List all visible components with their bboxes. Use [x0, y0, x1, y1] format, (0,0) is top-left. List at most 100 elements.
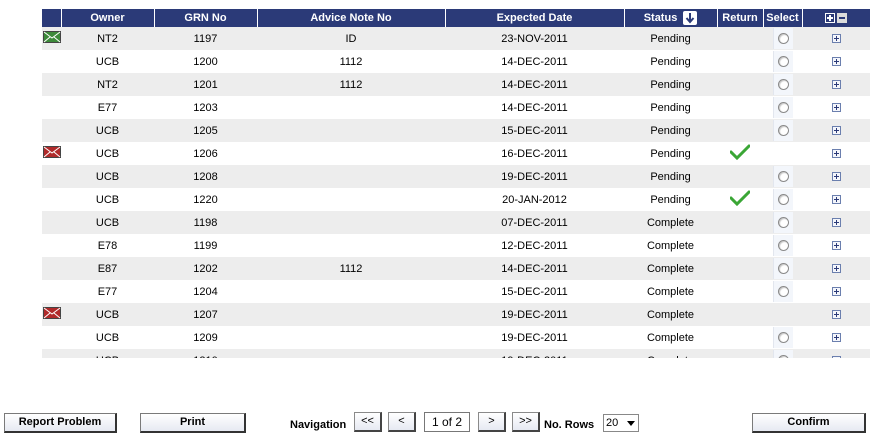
advice-note-cell	[257, 280, 445, 303]
expand-row-icon[interactable]	[831, 126, 841, 136]
select-radio-wrap	[772, 166, 793, 187]
collapse-all-icon[interactable]	[837, 13, 847, 24]
expand-row-icon[interactable]	[831, 172, 841, 182]
envelope-icon[interactable]	[42, 146, 61, 161]
select-radio[interactable]	[777, 239, 789, 251]
expected-date-cell: 15-DEC-2011	[445, 119, 624, 142]
expand-cell	[802, 119, 870, 142]
select-radio[interactable]	[777, 78, 789, 90]
table-row[interactable]: UCB 1198 07-DEC-2011 Complete	[42, 211, 870, 234]
select-radio[interactable]	[777, 216, 789, 228]
mail-cell	[42, 257, 61, 280]
table-row[interactable]: NT2 1201 1112 14-DEC-2011 Pending	[42, 73, 870, 96]
select-cell	[763, 188, 802, 211]
expand-row-icon[interactable]	[831, 57, 841, 67]
status-cell: Pending	[624, 142, 717, 165]
return-cell	[717, 257, 763, 280]
select-cell	[763, 73, 802, 96]
header-status[interactable]: Status	[624, 9, 718, 27]
select-radio-wrap	[772, 235, 793, 256]
select-radio-wrap	[772, 120, 793, 141]
expand-cell	[802, 234, 870, 257]
expand-row-icon[interactable]	[831, 356, 841, 358]
last-page-button[interactable]: >>	[512, 412, 540, 432]
envelope-icon[interactable]	[42, 31, 61, 46]
select-cell	[763, 50, 802, 73]
select-radio[interactable]	[777, 32, 789, 44]
header-return[interactable]: Return	[717, 9, 764, 27]
expand-row-icon[interactable]	[831, 195, 841, 205]
header-advice-note-no[interactable]: Advice Note No	[257, 9, 446, 27]
return-cell	[717, 211, 763, 234]
select-radio[interactable]	[777, 170, 789, 182]
select-radio-wrap	[772, 51, 793, 72]
first-page-button[interactable]: <<	[354, 412, 382, 432]
select-radio-wrap	[772, 281, 793, 302]
owner-cell: UCB	[61, 188, 154, 211]
table-row[interactable]: UCB 1209 19-DEC-2011 Complete	[42, 326, 870, 349]
next-page-button[interactable]: >	[478, 412, 506, 432]
select-radio[interactable]	[777, 101, 789, 113]
select-radio[interactable]	[777, 354, 789, 358]
expand-row-icon[interactable]	[831, 241, 841, 251]
envelope-icon[interactable]	[42, 307, 61, 322]
expand-row-icon[interactable]	[831, 80, 841, 90]
table-row[interactable]: E77 1204 15-DEC-2011 Complete	[42, 280, 870, 303]
table-row[interactable]: UCB 1220 20-JAN-2012 Pending	[42, 188, 870, 211]
report-problem-button[interactable]: Report Problem	[4, 413, 117, 433]
return-cell	[717, 234, 763, 257]
table-row[interactable]: E78 1199 12-DEC-2011 Complete	[42, 234, 870, 257]
select-radio-wrap	[772, 258, 793, 279]
select-radio[interactable]	[777, 55, 789, 67]
print-button[interactable]: Print	[140, 413, 246, 433]
table-row[interactable]: UCB1210 19-DEC-2011Complete	[42, 349, 870, 358]
status-cell: Complete	[624, 211, 717, 234]
table-row[interactable]: E77 1203 14-DEC-2011 Pending	[42, 96, 870, 119]
header-grn-no[interactable]: GRN No	[154, 9, 258, 27]
advice-note-cell	[257, 188, 445, 211]
header-expected-date[interactable]: Expected Date	[445, 9, 625, 27]
select-radio[interactable]	[777, 331, 789, 343]
select-radio[interactable]	[777, 285, 789, 297]
header-owner[interactable]: Owner	[61, 9, 155, 27]
owner-cell: E77	[61, 96, 154, 119]
expand-row-icon[interactable]	[831, 310, 841, 320]
confirm-button[interactable]: Confirm	[752, 413, 866, 433]
return-cell	[717, 326, 763, 349]
sort-down-arrow-icon[interactable]	[683, 11, 698, 25]
expand-row-icon[interactable]	[831, 218, 841, 228]
prev-page-button[interactable]: <	[388, 412, 416, 432]
owner-cell: UCB	[61, 50, 154, 73]
table-row[interactable]: UCB 1205 15-DEC-2011 Pending	[42, 119, 870, 142]
expand-all-icon[interactable]	[825, 13, 835, 24]
rows-per-page-select[interactable]: 20	[603, 414, 639, 432]
select-radio-wrap	[772, 212, 793, 233]
expand-row-icon[interactable]	[831, 34, 841, 44]
table-row[interactable]: NT2 1197 ID 23-NOV-2011 Pending	[42, 27, 870, 50]
table-row[interactable]: E87 1202 1112 14-DEC-2011 Complete	[42, 257, 870, 280]
grn-no-cell: 1203	[154, 96, 257, 119]
select-radio[interactable]	[777, 124, 789, 136]
select-radio[interactable]	[777, 262, 789, 274]
expand-row-icon[interactable]	[831, 333, 841, 343]
table-row[interactable]: UCB 1200 1112 14-DEC-2011 Pending	[42, 50, 870, 73]
select-cell	[763, 96, 802, 119]
checkmark-icon	[729, 190, 751, 209]
header-select[interactable]: Select	[763, 9, 803, 27]
expand-row-icon[interactable]	[831, 103, 841, 113]
expand-row-icon[interactable]	[831, 149, 841, 159]
expand-row-icon[interactable]	[831, 264, 841, 274]
mail-cell	[42, 280, 61, 303]
return-cell	[717, 165, 763, 188]
advice-note-cell: ID	[257, 27, 445, 50]
table-row[interactable]: UCB 1208 19-DEC-2011 Pending	[42, 165, 870, 188]
expand-row-icon[interactable]	[831, 287, 841, 297]
expand-cell	[802, 142, 870, 165]
status-cell: Pending	[624, 73, 717, 96]
status-cell: Complete	[624, 326, 717, 349]
advice-note-cell	[257, 165, 445, 188]
select-radio[interactable]	[777, 193, 789, 205]
table-row[interactable]: UCB 1207 19-DEC-2011 Complete	[42, 303, 870, 326]
advice-note-cell	[257, 96, 445, 119]
table-row[interactable]: UCB 1206 16-DEC-2011 Pending	[42, 142, 870, 165]
